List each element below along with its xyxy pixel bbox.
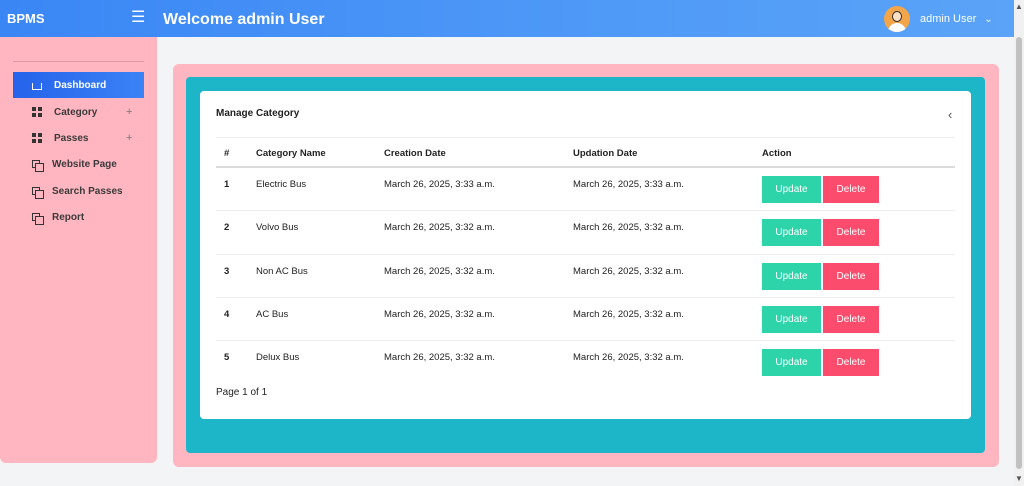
- copy-icon: [32, 213, 44, 225]
- column-header: Creation Date: [384, 148, 446, 159]
- update-button[interactable]: Update: [762, 305, 821, 333]
- user-name[interactable]: admin User: [920, 13, 976, 25]
- sidebar-item-label: Category: [54, 106, 98, 118]
- delete-button[interactable]: Delete: [823, 349, 879, 377]
- top-navbar: BPMS ☰ Welcome admin User admin User ⌄: [0, 0, 1014, 37]
- delete-button[interactable]: Delete: [823, 219, 879, 247]
- creation-date: March 26, 2025, 3:32 a.m.: [384, 352, 495, 364]
- row-number: 1: [224, 179, 230, 190]
- home-icon: [32, 83, 42, 90]
- plus-icon[interactable]: +: [126, 106, 132, 118]
- updation-date: March 26, 2025, 3:33 a.m.: [573, 179, 684, 190]
- row-number: 5: [224, 352, 230, 364]
- user-menu[interactable]: admin User ⌄: [884, 6, 993, 32]
- sidebar-item-label: Dashboard: [54, 79, 107, 91]
- creation-date: March 26, 2025, 3:32 a.m.: [384, 265, 495, 277]
- category-table: # Category Name Creation Date Updation D…: [216, 138, 955, 384]
- manage-category-card: Manage Category ‹ # Category Name Creati…: [200, 91, 971, 419]
- scrollbar-thumb[interactable]: [1016, 37, 1022, 469]
- welcome-heading: Welcome admin User: [163, 11, 325, 28]
- table-row: 5 Delux Bus March 26, 2025, 3:32 a.m. Ma…: [216, 341, 955, 384]
- updation-date: March 26, 2025, 3:32 a.m.: [573, 222, 684, 234]
- sidebar-item-website-page[interactable]: Website Page: [13, 151, 144, 177]
- column-header: Category Name: [256, 148, 326, 159]
- updation-date: March 26, 2025, 3:32 a.m.: [573, 308, 684, 320]
- category-name: Non AC Bus: [256, 265, 308, 277]
- copy-icon: [32, 187, 44, 199]
- updation-date: March 26, 2025, 3:32 a.m.: [573, 352, 684, 364]
- creation-date: March 26, 2025, 3:32 a.m.: [384, 222, 495, 234]
- chevron-left-icon[interactable]: ‹: [948, 107, 952, 122]
- category-name: Volvo Bus: [256, 222, 299, 234]
- sidebar-item-label: Search Passes: [52, 185, 123, 197]
- sidebar-item-category[interactable]: Category +: [13, 99, 144, 125]
- table-row: 4 AC Bus March 26, 2025, 3:32 a.m. March…: [216, 298, 955, 342]
- menu-toggle-icon[interactable]: ☰: [131, 10, 145, 26]
- row-number: 3: [224, 265, 230, 277]
- scroll-up-icon[interactable]: ▲: [1015, 2, 1023, 11]
- category-name: AC Bus: [256, 308, 289, 320]
- grid-icon: [32, 107, 42, 117]
- pagination-info: Page 1 of 1: [216, 387, 268, 398]
- brand-logo[interactable]: BPMS: [7, 11, 45, 26]
- sidebar-item-label: Website Page: [52, 158, 117, 170]
- plus-icon[interactable]: +: [126, 132, 132, 144]
- sidebar-item-report[interactable]: Report: [13, 204, 144, 230]
- sidebar-item-label: Passes: [54, 132, 89, 144]
- sidebar-item-dashboard[interactable]: Dashboard: [13, 72, 144, 98]
- column-header: #: [224, 148, 230, 159]
- creation-date: March 26, 2025, 3:33 a.m.: [384, 179, 495, 190]
- delete-button[interactable]: Delete: [823, 262, 879, 290]
- sidebar-item-label: Report: [52, 211, 85, 223]
- table-row: 2 Volvo Bus March 26, 2025, 3:32 a.m. Ma…: [216, 211, 955, 255]
- column-header: Updation Date: [573, 148, 638, 159]
- copy-icon: [32, 160, 44, 172]
- update-button[interactable]: Update: [762, 176, 821, 203]
- card-title: Manage Category: [216, 108, 300, 119]
- table-row: 1 Electric Bus March 26, 2025, 3:33 a.m.…: [216, 168, 955, 212]
- scroll-down-icon[interactable]: ▼: [1015, 474, 1023, 483]
- avatar[interactable]: [884, 6, 910, 32]
- sidebar-item-search-passes[interactable]: Search Passes: [13, 178, 144, 204]
- category-name: Delux Bus: [256, 352, 300, 364]
- table-header: # Category Name Creation Date Updation D…: [216, 138, 955, 168]
- row-number: 4: [224, 308, 230, 320]
- grid-icon: [32, 133, 42, 143]
- updation-date: March 26, 2025, 3:32 a.m.: [573, 265, 684, 277]
- sidebar-divider: [13, 61, 144, 62]
- table-row: 3 Non AC Bus March 26, 2025, 3:32 a.m. M…: [216, 255, 955, 298]
- update-button[interactable]: Update: [762, 219, 821, 247]
- sidebar: Dashboard Category + Passes + Website Pa…: [0, 37, 157, 463]
- category-name: Electric Bus: [256, 179, 307, 190]
- update-button[interactable]: Update: [762, 349, 821, 377]
- sidebar-item-passes[interactable]: Passes +: [13, 125, 144, 151]
- delete-button[interactable]: Delete: [823, 305, 879, 333]
- creation-date: March 26, 2025, 3:32 a.m.: [384, 308, 495, 320]
- chevron-down-icon[interactable]: ⌄: [984, 14, 992, 25]
- row-number: 2: [224, 222, 230, 234]
- delete-button[interactable]: Delete: [823, 176, 879, 203]
- update-button[interactable]: Update: [762, 262, 821, 290]
- column-header: Action: [762, 148, 792, 159]
